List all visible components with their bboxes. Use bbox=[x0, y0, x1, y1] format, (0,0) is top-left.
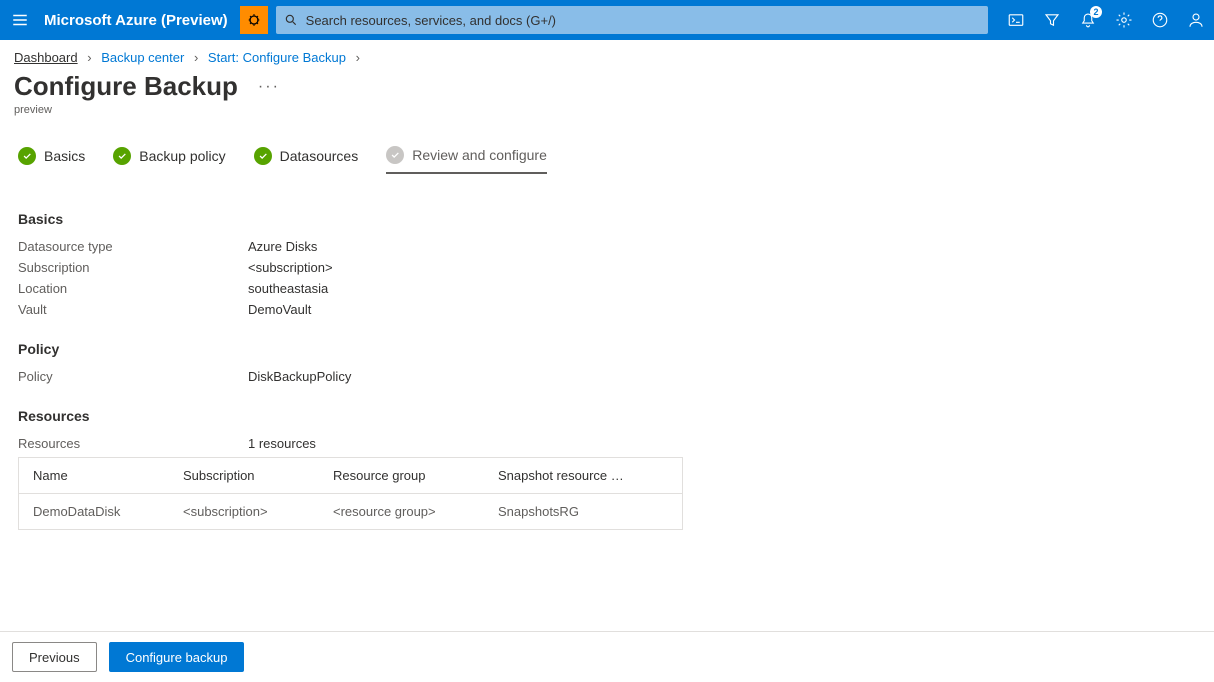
table-header-row: Name Subscription Resource group Snapsho… bbox=[19, 458, 682, 494]
col-subscription[interactable]: Subscription bbox=[169, 458, 319, 493]
step-label: Datasources bbox=[280, 148, 359, 164]
page-header: Configure Backup ··· bbox=[0, 65, 1214, 104]
resources-table: Name Subscription Resource group Snapsho… bbox=[18, 457, 683, 530]
resources-section: Resources Resources1 resources Name Subs… bbox=[18, 408, 1196, 530]
col-snapshot-rg[interactable]: Snapshot resource … bbox=[484, 458, 682, 493]
breadcrumb-backup-center[interactable]: Backup center bbox=[101, 50, 184, 65]
help-icon[interactable] bbox=[1142, 0, 1178, 40]
kv-datasource-type: Datasource typeAzure Disks bbox=[18, 239, 1196, 254]
wizard-steps: Basics Backup policy Datasources Review … bbox=[0, 134, 1214, 175]
more-actions-icon[interactable]: ··· bbox=[258, 78, 280, 96]
top-bar: Microsoft Azure (Preview) 2 bbox=[0, 0, 1214, 40]
previous-button[interactable]: Previous bbox=[12, 642, 97, 672]
breadcrumb-dashboard[interactable]: Dashboard bbox=[14, 50, 78, 65]
step-backup-policy[interactable]: Backup policy bbox=[113, 146, 225, 174]
step-label: Review and configure bbox=[412, 147, 547, 163]
resources-heading: Resources bbox=[18, 408, 1196, 424]
kv-location: Locationsoutheastasia bbox=[18, 281, 1196, 296]
topbar-actions: 2 bbox=[998, 0, 1214, 40]
basics-section: Basics Datasource typeAzure Disks Subscr… bbox=[18, 211, 1196, 317]
basics-heading: Basics bbox=[18, 211, 1196, 227]
kv-policy: PolicyDiskBackupPolicy bbox=[18, 369, 1196, 384]
cloud-shell-icon[interactable] bbox=[998, 0, 1034, 40]
feedback-icon[interactable] bbox=[1178, 0, 1214, 40]
notification-badge: 2 bbox=[1090, 6, 1102, 18]
cell-resource-group: <resource group> bbox=[319, 494, 484, 529]
col-resource-group[interactable]: Resource group bbox=[319, 458, 484, 493]
check-icon bbox=[113, 147, 131, 165]
filter-icon[interactable] bbox=[1034, 0, 1070, 40]
kv-resources-count: Resources1 resources bbox=[18, 436, 1196, 451]
cell-name: DemoDataDisk bbox=[19, 494, 169, 529]
chevron-right-icon: › bbox=[194, 50, 198, 65]
cell-snapshot-rg: SnapshotsRG bbox=[484, 494, 682, 529]
check-icon bbox=[386, 146, 404, 164]
kv-subscription: Subscription<subscription> bbox=[18, 260, 1196, 275]
search-input[interactable] bbox=[306, 13, 980, 28]
step-label: Backup policy bbox=[139, 148, 225, 164]
wizard-footer: Previous Configure backup bbox=[0, 631, 1214, 682]
table-row: DemoDataDisk <subscription> <resource gr… bbox=[19, 494, 682, 529]
search-icon bbox=[284, 13, 298, 27]
chevron-right-icon: › bbox=[356, 50, 360, 65]
policy-section: Policy PolicyDiskBackupPolicy bbox=[18, 341, 1196, 384]
policy-heading: Policy bbox=[18, 341, 1196, 357]
step-basics[interactable]: Basics bbox=[18, 146, 85, 174]
breadcrumb-start-configure[interactable]: Start: Configure Backup bbox=[208, 50, 346, 65]
col-name[interactable]: Name bbox=[19, 458, 169, 493]
cell-subscription: <subscription> bbox=[169, 494, 319, 529]
chevron-right-icon: › bbox=[87, 50, 91, 65]
step-label: Basics bbox=[44, 148, 85, 164]
notifications-icon[interactable]: 2 bbox=[1070, 0, 1106, 40]
review-content: Basics Datasource typeAzure Disks Subscr… bbox=[0, 175, 1214, 530]
configure-backup-button[interactable]: Configure backup bbox=[109, 642, 245, 672]
page-title: Configure Backup bbox=[14, 71, 238, 102]
preview-label: preview bbox=[0, 104, 1214, 134]
check-icon bbox=[18, 147, 36, 165]
step-review[interactable]: Review and configure bbox=[386, 146, 547, 174]
brand-label[interactable]: Microsoft Azure (Preview) bbox=[40, 12, 240, 29]
check-icon bbox=[254, 147, 272, 165]
kv-vault: VaultDemoVault bbox=[18, 302, 1196, 317]
step-datasources[interactable]: Datasources bbox=[254, 146, 359, 174]
global-search[interactable] bbox=[276, 6, 988, 34]
breadcrumb: Dashboard › Backup center › Start: Confi… bbox=[0, 40, 1214, 65]
preview-bug-icon[interactable] bbox=[240, 6, 268, 34]
hamburger-menu[interactable] bbox=[0, 0, 40, 40]
settings-icon[interactable] bbox=[1106, 0, 1142, 40]
